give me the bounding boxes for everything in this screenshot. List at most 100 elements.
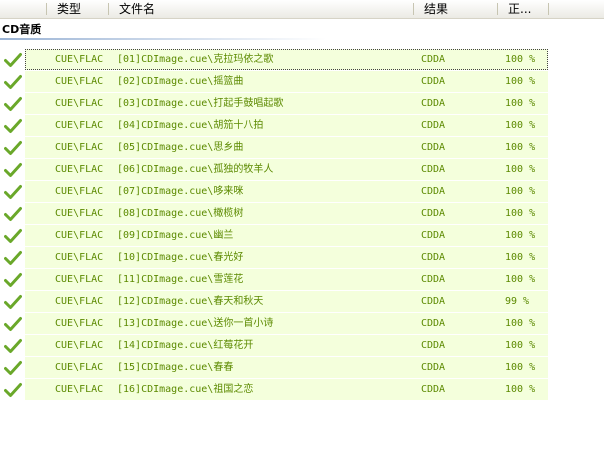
cell-result: CDDA: [421, 208, 446, 219]
table-row[interactable]: CUE\FLAC [02]CDImage.cue\摇篮曲 CDDA 100 %: [0, 71, 604, 93]
table-row[interactable]: CUE\FLAC [14]CDImage.cue\红莓花开 CDDA 100 %: [0, 335, 604, 357]
cell-filename: [15]CDImage.cue\春春: [117, 362, 234, 373]
cell-type: CUE\FLAC: [55, 208, 104, 219]
cell-filename: [07]CDImage.cue\哆来咪: [117, 186, 244, 197]
check-icon: [4, 97, 22, 111]
cell-progress: 100 %: [505, 274, 536, 285]
cell-progress: 100 %: [505, 54, 536, 65]
cell-type: CUE\FLAC: [55, 230, 104, 241]
table-row[interactable]: CUE\FLAC [16]CDImage.cue\祖国之恋 CDDA 100 %: [0, 379, 604, 401]
cell-result: CDDA: [421, 142, 446, 153]
cell-result: CDDA: [421, 76, 446, 87]
check-icon: [4, 119, 22, 133]
cell-result: CDDA: [421, 296, 446, 307]
cell-filename: [10]CDImage.cue\春光好: [117, 252, 244, 263]
cell-filename: [16]CDImage.cue\祖国之恋: [117, 384, 254, 395]
cell-type: CUE\FLAC: [55, 318, 104, 329]
cell-result: CDDA: [421, 318, 446, 329]
cell-result: CDDA: [421, 98, 446, 109]
cell-filename: [01]CDImage.cue\克拉玛依之歌: [117, 54, 274, 65]
cell-progress: 100 %: [505, 318, 536, 329]
cell-type: CUE\FLAC: [55, 54, 104, 65]
cell-type: CUE\FLAC: [55, 120, 104, 131]
cell-progress: 100 %: [505, 120, 536, 131]
cell-progress: 100 %: [505, 340, 536, 351]
cell-progress: 100 %: [505, 142, 536, 153]
column-header-bar: 类型 文件名 结果 正...: [0, 0, 604, 19]
cell-result: CDDA: [421, 120, 446, 131]
cell-progress: 100 %: [505, 186, 536, 197]
cell-filename: [08]CDImage.cue\橄榄树: [117, 208, 244, 219]
cell-progress: 99 %: [505, 296, 530, 307]
group-underline: [0, 38, 326, 40]
cell-progress: 100 %: [505, 230, 536, 241]
cell-type: CUE\FLAC: [55, 186, 104, 197]
cell-progress: 100 %: [505, 76, 536, 87]
table-row[interactable]: CUE\FLAC [10]CDImage.cue\春光好 CDDA 100 %: [0, 247, 604, 269]
cell-type: CUE\FLAC: [55, 76, 104, 87]
table-row[interactable]: CUE\FLAC [11]CDImage.cue\雪莲花 CDDA 100 %: [0, 269, 604, 291]
cell-type: CUE\FLAC: [55, 340, 104, 351]
cell-filename: [11]CDImage.cue\雪莲花: [117, 274, 244, 285]
cell-type: CUE\FLAC: [55, 142, 104, 153]
file-rows: CUE\FLAC [01]CDImage.cue\克拉玛依之歌 CDDA 100 % C…: [0, 49, 604, 401]
table-row[interactable]: CUE\FLAC [08]CDImage.cue\橄榄树 CDDA 100 %: [0, 203, 604, 225]
cell-filename: [04]CDImage.cue\胡笳十八拍: [117, 120, 264, 131]
conversion-list-view: 类型 文件名 结果 正... CD音质 CUE\FLAC [01]CDImage.…: [0, 0, 604, 464]
check-icon: [4, 273, 22, 287]
cell-filename: [02]CDImage.cue\摇篮曲: [117, 76, 244, 87]
cell-type: CUE\FLAC: [55, 296, 104, 307]
cell-type: CUE\FLAC: [55, 252, 104, 263]
table-row[interactable]: CUE\FLAC [13]CDImage.cue\送你一首小诗 CDDA 100 %: [0, 313, 604, 335]
cell-type: CUE\FLAC: [55, 98, 104, 109]
cell-result: CDDA: [421, 186, 446, 197]
check-icon: [4, 251, 22, 265]
check-icon: [4, 185, 22, 199]
check-icon: [4, 339, 22, 353]
check-icon: [4, 295, 22, 309]
cell-result: CDDA: [421, 230, 446, 241]
column-header-filename[interactable]: 文件名: [109, 0, 413, 18]
cell-result: CDDA: [421, 384, 446, 395]
table-row[interactable]: CUE\FLAC [15]CDImage.cue\春春 CDDA 100 %: [0, 357, 604, 379]
check-icon: [4, 75, 22, 89]
cell-result: CDDA: [421, 252, 446, 263]
cell-result: CDDA: [421, 274, 446, 285]
table-row[interactable]: CUE\FLAC [01]CDImage.cue\克拉玛依之歌 CDDA 100 %: [0, 49, 604, 71]
group-title: CD音质: [2, 23, 42, 36]
check-icon: [4, 207, 22, 221]
cell-type: CUE\FLAC: [55, 164, 104, 175]
cell-filename: [14]CDImage.cue\红莓花开: [117, 340, 254, 351]
check-icon: [4, 361, 22, 375]
table-row[interactable]: CUE\FLAC [07]CDImage.cue\哆来咪 CDDA 100 %: [0, 181, 604, 203]
column-header-progress[interactable]: 正...: [498, 0, 548, 18]
table-row[interactable]: CUE\FLAC [09]CDImage.cue\幽兰 CDDA 100 %: [0, 225, 604, 247]
cell-progress: 100 %: [505, 384, 536, 395]
table-row[interactable]: CUE\FLAC [06]CDImage.cue\孤独的牧羊人 CDDA 100 %: [0, 159, 604, 181]
group-header[interactable]: CD音质: [0, 20, 604, 40]
cell-progress: 100 %: [505, 98, 536, 109]
table-row[interactable]: CUE\FLAC [04]CDImage.cue\胡笳十八拍 CDDA 100 %: [0, 115, 604, 137]
cell-type: CUE\FLAC: [55, 362, 104, 373]
cell-result: CDDA: [421, 340, 446, 351]
cell-type: CUE\FLAC: [55, 384, 104, 395]
check-icon: [4, 163, 22, 177]
table-row[interactable]: CUE\FLAC [03]CDImage.cue\打起手鼓唱起歌 CDDA 100 %: [0, 93, 604, 115]
check-icon: [4, 317, 22, 331]
cell-result: CDDA: [421, 362, 446, 373]
check-icon: [4, 383, 22, 397]
cell-progress: 100 %: [505, 252, 536, 263]
column-separator[interactable]: [548, 3, 549, 15]
cell-progress: 100 %: [505, 362, 536, 373]
column-header-type[interactable]: 类型: [47, 0, 108, 18]
cell-progress: 100 %: [505, 164, 536, 175]
cell-progress: 100 %: [505, 208, 536, 219]
table-row[interactable]: CUE\FLAC [12]CDImage.cue\春天和秋天 CDDA 99 %: [0, 291, 604, 313]
table-row[interactable]: CUE\FLAC [05]CDImage.cue\思乡曲 CDDA 100 %: [0, 137, 604, 159]
check-icon: [4, 141, 22, 155]
check-icon: [4, 53, 22, 67]
cell-filename: [13]CDImage.cue\送你一首小诗: [117, 318, 274, 329]
column-header-result[interactable]: 结果: [414, 0, 497, 18]
cell-filename: [05]CDImage.cue\思乡曲: [117, 142, 244, 153]
cell-type: CUE\FLAC: [55, 274, 104, 285]
